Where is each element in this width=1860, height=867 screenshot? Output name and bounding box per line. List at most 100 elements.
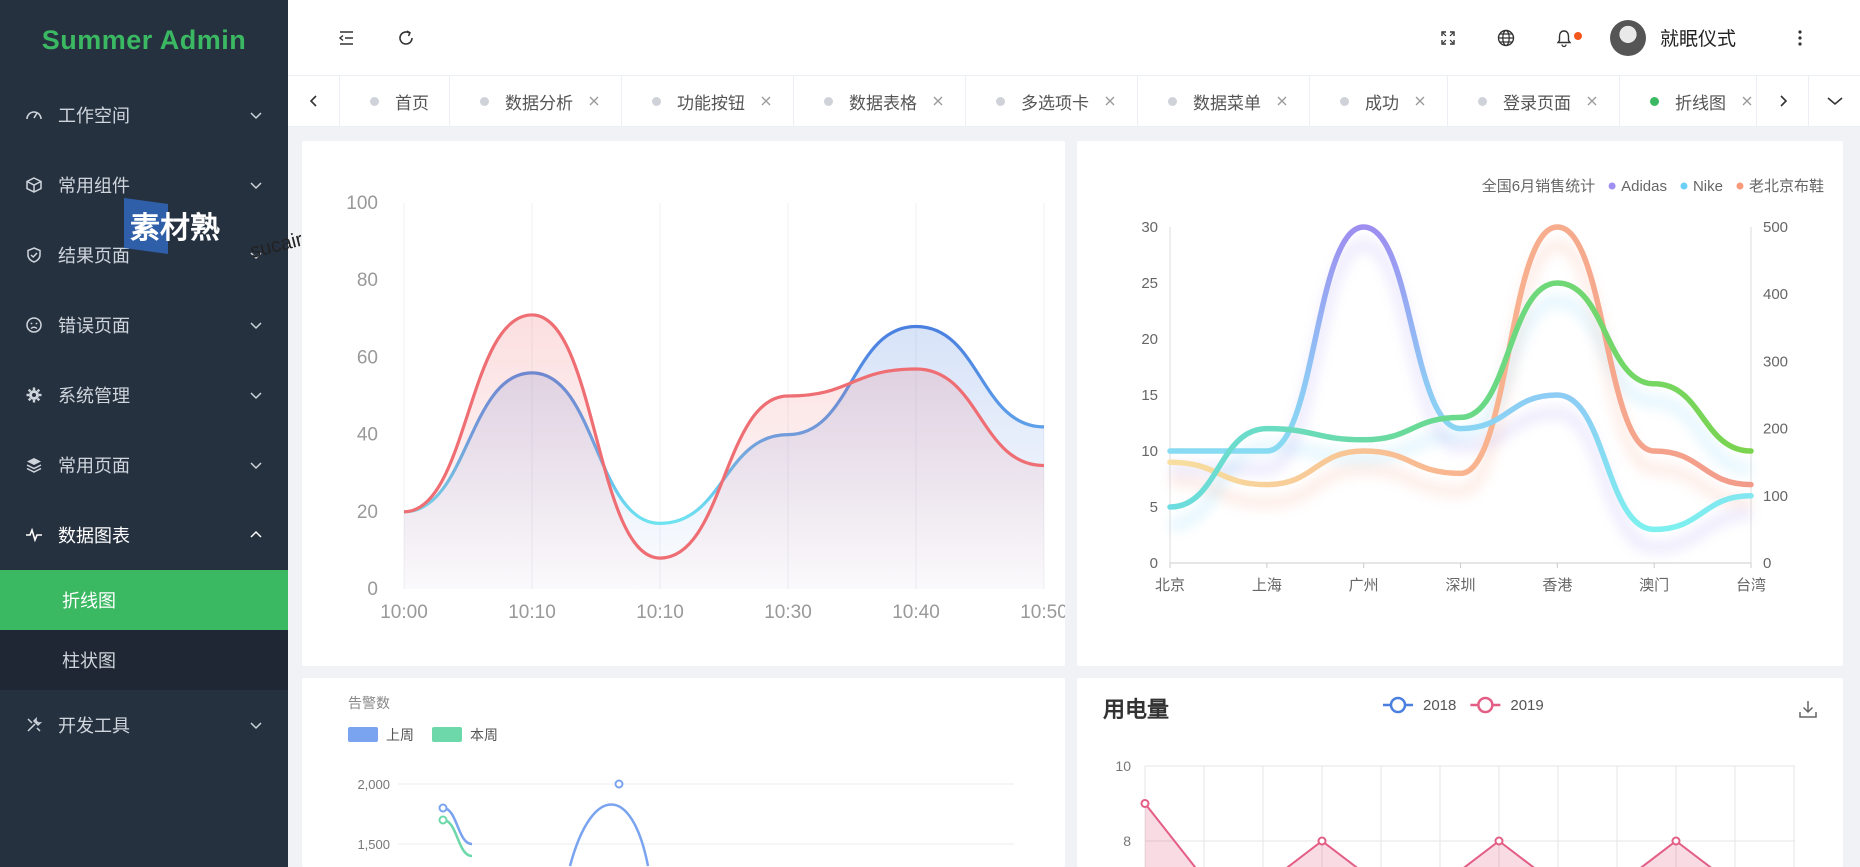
y-right-tick-label: 200: [1763, 421, 1788, 438]
tabs-scroll-left-icon[interactable]: [288, 76, 340, 126]
sidebar-item-label: 工作空间: [58, 106, 130, 126]
chevron-down-icon: [248, 177, 264, 193]
sidebar-item-dev-tools[interactable]: 开发工具: [0, 690, 288, 760]
user-menu[interactable]: 就眠仪式: [1609, 19, 1736, 56]
tab-status-dot: [370, 96, 379, 106]
tab-data-analysis[interactable]: 数据分析: [450, 76, 622, 126]
sidebar-menu: 工作空间 常用组件 结果页面 错误页面 系统管理 常用页面 数据图表 折线图 柱…: [0, 80, 288, 760]
x-tick-label: 10:10: [636, 602, 684, 623]
sidebar-item-label: 开发工具: [58, 716, 130, 736]
x-tick-label: 香港: [1542, 577, 1572, 594]
close-icon[interactable]: [1740, 94, 1754, 108]
power-area-chart[interactable]: 2018 2019 10 8: [1077, 678, 1843, 867]
y-right-tick-label: 0: [1763, 555, 1771, 572]
tab-data-table[interactable]: 数据表格: [794, 76, 966, 126]
tab-data-menu[interactable]: 数据菜单: [1138, 76, 1310, 126]
tab-login-page[interactable]: 登录页面: [1448, 76, 1620, 126]
tab-status-dot: [480, 96, 489, 106]
chart-card-alarms: 告警数 上周 本周 2,000 1,500: [302, 678, 1065, 867]
series-line: [568, 803, 650, 867]
y-right-tick-label: 500: [1763, 219, 1788, 236]
close-icon[interactable]: [1585, 94, 1599, 108]
submenu-item-bar-chart[interactable]: 柱状图: [0, 630, 288, 690]
tab-home[interactable]: 首页: [340, 76, 450, 126]
legend-marker: [348, 727, 378, 742]
collapse-menu-icon[interactable]: [326, 18, 366, 58]
sidebar-item-label: 系统管理: [58, 386, 130, 406]
x-tick-label: 广州: [1349, 577, 1379, 594]
tabs-scroll-right-icon[interactable]: [1756, 76, 1808, 126]
dashboard-icon: [24, 105, 44, 125]
tab-status-dot: [1168, 96, 1177, 106]
close-icon[interactable]: [1275, 94, 1289, 108]
y-tick-label: 10: [1115, 758, 1131, 774]
y-tick-label: 1,500: [357, 837, 390, 852]
x-tick-label: 澳门: [1639, 577, 1669, 594]
download-icon[interactable]: [1797, 698, 1821, 722]
tab-status-dot: [652, 96, 661, 106]
submenu-item-line-chart[interactable]: 折线图: [0, 570, 288, 630]
y-tick-label: 80: [357, 270, 378, 291]
close-icon[interactable]: [1103, 94, 1117, 108]
chevron-down-icon: [248, 457, 264, 473]
close-icon[interactable]: [1413, 94, 1427, 108]
tab-status-dot: [1340, 96, 1349, 106]
y-left-tick-label: 0: [1150, 555, 1158, 572]
language-globe-icon[interactable]: [1486, 18, 1526, 58]
tab-label: 数据表格: [849, 93, 917, 113]
data-point: [438, 815, 448, 825]
refresh-icon[interactable]: [386, 18, 426, 58]
close-icon[interactable]: [931, 94, 945, 108]
tabs-dropdown-chevron-icon[interactable]: [1808, 76, 1860, 126]
sidebar-item-charts[interactable]: 数据图表: [0, 500, 288, 570]
top-header: 就眠仪式: [288, 0, 1860, 75]
gear-icon: [24, 385, 44, 405]
layers-icon: [24, 455, 44, 475]
chart-title: 告警数: [348, 695, 390, 711]
alarm-line-chart[interactable]: 告警数上周 本周 2,000 1,500: [302, 678, 1065, 867]
legend-marker: [1608, 182, 1616, 190]
chart-card-sales: 北京 上海 广州 深圳 香港 澳门 台湾 0 5 10 15 20 25 30 0 100 200 300 400 5…: [1077, 141, 1843, 666]
tab-label: 首页: [395, 93, 429, 113]
x-tick-label: 10:40: [892, 602, 940, 623]
legend-label: 本周: [470, 727, 498, 743]
multi-line-chart[interactable]: 北京 上海 广州 深圳 香港 澳门 台湾05101520253001002003004005…: [1077, 141, 1843, 666]
sidebar-item-error-pages[interactable]: 错误页面: [0, 290, 288, 360]
sidebar-item-components[interactable]: 常用组件: [0, 150, 288, 220]
close-icon[interactable]: [759, 94, 773, 108]
cube-icon: [24, 175, 44, 195]
tab-success[interactable]: 成功: [1310, 76, 1448, 126]
notification-bell-icon[interactable]: [1544, 18, 1584, 58]
chart-card-power: 用电量 2018 2019 10 8: [1077, 678, 1843, 867]
legend-marker: [1736, 182, 1744, 190]
sidebar-item-common-pages[interactable]: 常用页面: [0, 430, 288, 500]
data-point: [1317, 836, 1327, 846]
sidebar-item-workspace[interactable]: 工作空间: [0, 80, 288, 150]
legend-label: Adidas: [1621, 178, 1667, 195]
sidebar-item-label: 结果页面: [58, 246, 130, 266]
sidebar-item-result-pages[interactable]: 结果页面: [0, 220, 288, 290]
charts-submenu: 折线图 柱状图: [0, 570, 288, 690]
tab-line-chart[interactable]: 折线图: [1620, 76, 1756, 126]
tab-status-dot: [1650, 96, 1659, 106]
y-tick-label: 20: [357, 502, 378, 523]
tabs-bar: 首页 数据分析 功能按钮 数据表格 多选项卡 数据菜单 成功 登录页面 折线图: [288, 75, 1860, 127]
legend-marker: [1477, 696, 1494, 714]
user-name: 就眠仪式: [1659, 29, 1736, 50]
close-icon[interactable]: [587, 94, 601, 108]
y-tick-label: 60: [357, 347, 378, 368]
tab-function-buttons[interactable]: 功能按钮: [622, 76, 794, 126]
chevron-down-icon: [248, 387, 264, 403]
app-logo[interactable]: Summer Admin: [0, 0, 288, 80]
x-tick-label: 北京: [1155, 577, 1185, 594]
more-vertical-icon[interactable]: [1780, 18, 1820, 58]
area-chart[interactable]: 10:00 10:10 10:10 10:30 10:40 10:50 0 20 40 60 80 1…: [302, 141, 1065, 666]
y-tick-label: 0: [367, 579, 378, 600]
tab-multi-tabs[interactable]: 多选项卡: [966, 76, 1138, 126]
tab-status-dot: [1478, 96, 1487, 106]
y-right-tick-label: 100: [1763, 488, 1788, 505]
fullscreen-icon[interactable]: [1428, 18, 1468, 58]
chevron-down-icon: [248, 317, 264, 333]
sidebar-item-system[interactable]: 系统管理: [0, 360, 288, 430]
x-tick-label: 深圳: [1445, 577, 1475, 594]
